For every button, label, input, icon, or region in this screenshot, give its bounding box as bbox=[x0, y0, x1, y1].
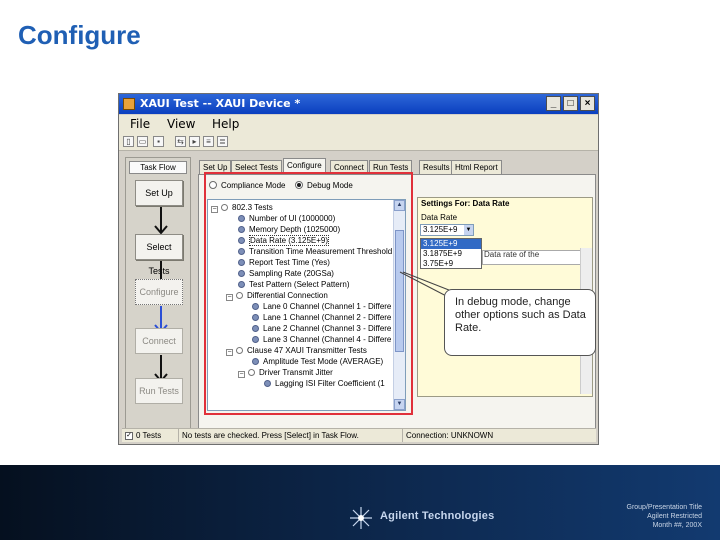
status-bar: ✓ 0 Tests No tests are checked. Press [S… bbox=[122, 428, 596, 442]
data-rate-combo[interactable]: 3.125E+9 ▼ bbox=[420, 224, 474, 236]
new-file-icon[interactable]: ▯ bbox=[123, 136, 134, 147]
footer-meta: Group/Presentation Title Agilent Restric… bbox=[627, 503, 703, 530]
presentation-title: Group/Presentation Title bbox=[626, 504, 703, 511]
agilent-spark-icon bbox=[350, 507, 372, 529]
dropdown-option[interactable]: 3.125E+9 bbox=[421, 239, 481, 249]
data-rate-dropdown: 3.125E+9 3.1875E+9 3.75E+9 bbox=[420, 238, 482, 269]
menu-file[interactable]: File bbox=[130, 117, 150, 131]
flow-configure-button[interactable]: Configure bbox=[135, 279, 183, 305]
callout-note: In debug mode, change other options such… bbox=[444, 289, 596, 356]
menu-view[interactable]: View bbox=[167, 117, 195, 131]
maximize-button[interactable]: □ bbox=[563, 96, 578, 111]
description-box: Data rate of the bbox=[482, 250, 582, 265]
save-icon[interactable]: ▪ bbox=[153, 136, 164, 147]
date-label: Month ##, 200X bbox=[652, 522, 702, 529]
dropdown-option[interactable]: 3.75E+9 bbox=[421, 259, 481, 269]
window-title: XAUI Test -- XAUI Device * bbox=[140, 97, 301, 110]
app-icon bbox=[123, 98, 135, 110]
restriction-label: Agilent Restricted bbox=[647, 513, 702, 520]
chevron-down-icon[interactable]: ▼ bbox=[464, 225, 473, 235]
data-rate-value: 3.125E+9 bbox=[423, 225, 458, 234]
brand-name: Agilent Technologies bbox=[380, 510, 495, 522]
tab-html-report[interactable]: Html Report bbox=[451, 160, 502, 174]
flow-connect-button[interactable]: Connect bbox=[135, 328, 183, 354]
title-bar: XAUI Test -- XAUI Device * _ □ × bbox=[119, 94, 598, 114]
flow-run-tests-button[interactable]: Run Tests bbox=[135, 378, 183, 404]
footer-band: Agilent Technologies Group/Presentation … bbox=[0, 465, 720, 540]
minimize-button[interactable]: _ bbox=[546, 96, 561, 111]
close-button[interactable]: × bbox=[580, 96, 595, 111]
open-folder-icon[interactable]: ▭ bbox=[137, 136, 148, 147]
task-flow-header: Task Flow bbox=[129, 161, 187, 174]
menu-bar: File View Help bbox=[119, 115, 598, 133]
tests-count: 0 Tests bbox=[136, 431, 162, 440]
dropdown-option[interactable]: 3.1875E+9 bbox=[421, 249, 481, 259]
report-icon[interactable]: ≣ bbox=[217, 136, 228, 147]
menu-help[interactable]: Help bbox=[212, 117, 239, 131]
settings-title: Settings For: Data Rate bbox=[421, 199, 510, 208]
run-icon[interactable]: ▸ bbox=[189, 136, 200, 147]
status-message: No tests are checked. Press [Select] in … bbox=[178, 429, 359, 442]
flow-select-tests-button[interactable]: Select Tests bbox=[135, 234, 183, 276]
flow-arrow-icon bbox=[154, 207, 168, 235]
toolbar: ▯ ▭ ▪ ⇆ ▸ ≡ ≣ bbox=[119, 133, 598, 151]
connection-status: Connection: UNKNOWN bbox=[402, 429, 493, 442]
data-rate-label: Data Rate bbox=[421, 213, 458, 222]
slide-title: Configure bbox=[18, 20, 141, 50]
list-icon[interactable]: ≡ bbox=[203, 136, 214, 147]
select-icon[interactable]: ⇆ bbox=[175, 136, 186, 147]
tab-results[interactable]: Results bbox=[419, 160, 454, 174]
task-flow-panel: Task Flow Set Up Select Tests Configure … bbox=[125, 157, 191, 429]
flow-setup-button[interactable]: Set Up bbox=[135, 180, 183, 206]
tests-checkbox[interactable]: ✓ bbox=[125, 432, 133, 440]
highlight-box bbox=[204, 172, 413, 415]
